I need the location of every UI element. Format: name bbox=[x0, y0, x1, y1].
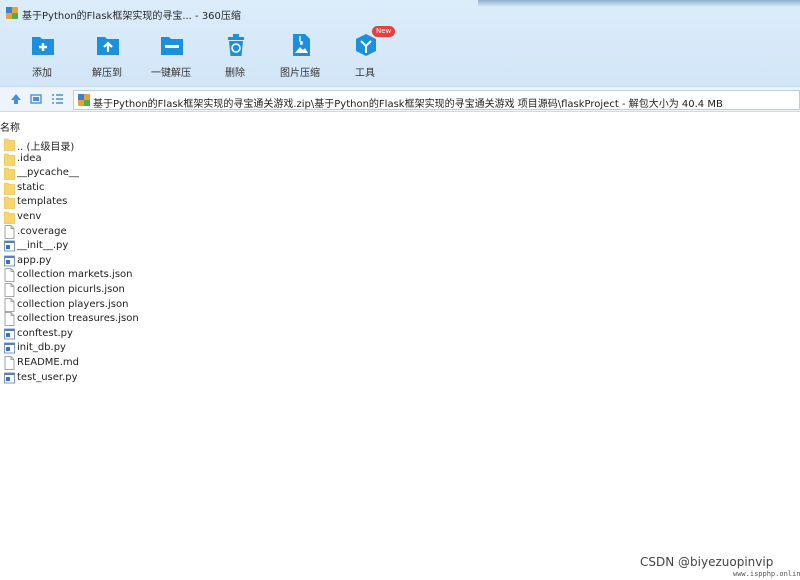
list-item-name: conftest.py bbox=[17, 327, 73, 339]
add-label: 添加 bbox=[32, 68, 52, 79]
watermark: CSDN @biyezuopinvip bbox=[640, 555, 774, 569]
folder-icon bbox=[3, 166, 16, 180]
file-icon bbox=[4, 312, 15, 327]
python-file-icon bbox=[4, 371, 15, 385]
thumbnail-view-icon[interactable] bbox=[29, 92, 43, 106]
list-item[interactable]: .coverage bbox=[0, 224, 300, 239]
list-item[interactable]: init_db.py bbox=[0, 341, 300, 355]
list-item[interactable]: static bbox=[0, 181, 300, 195]
folder-icon bbox=[3, 210, 16, 224]
list-item[interactable]: collection markets.json bbox=[0, 268, 300, 283]
extract-to-label: 解压到 bbox=[92, 68, 122, 79]
one-click-extract-label: 一键解压 bbox=[151, 68, 191, 79]
site-watermark: www.ispphp.online bbox=[733, 570, 800, 578]
extract-to-icon bbox=[97, 37, 119, 55]
list-item-name: init_db.py bbox=[17, 342, 66, 354]
title-bar: 基于Python的Flask框架实现的寻宝... - 360压缩 bbox=[0, 0, 800, 26]
list-item-name: static bbox=[17, 181, 45, 193]
tools-label: 工具 bbox=[355, 68, 375, 79]
archive-icon bbox=[78, 94, 90, 106]
delete-button[interactable]: 删除 bbox=[205, 28, 265, 82]
folder-icon bbox=[3, 137, 16, 151]
add-button[interactable]: 添加 bbox=[12, 28, 72, 82]
list-item-name: .idea bbox=[17, 152, 42, 164]
app-window: 基于Python的Flask框架实现的寻宝... - 360压缩 添加 解压到 bbox=[0, 0, 800, 580]
python-file-icon bbox=[4, 239, 15, 253]
list-item-name: README.md bbox=[17, 357, 80, 368]
list-item[interactable]: __pycache__ bbox=[0, 166, 300, 180]
address-path: 基于Python的Flask框架实现的寻宝通关游戏.zip\基于Python的F… bbox=[93, 99, 723, 110]
list-item[interactable]: README.md bbox=[0, 356, 300, 370]
list-item[interactable]: conftest.py bbox=[0, 327, 300, 341]
list-item-name: venv bbox=[17, 211, 42, 222]
toolbar: 添加 解压到 一键解压 删除 图片压缩 New 工具 bbox=[0, 26, 800, 82]
list-item-name: collection picurls.json bbox=[17, 284, 125, 295]
list-item[interactable]: collection treasures.json bbox=[0, 312, 300, 327]
list-item[interactable]: templates bbox=[0, 195, 300, 210]
top-panel: 基于Python的Flask框架实现的寻宝... - 360压缩 添加 解压到 bbox=[0, 0, 800, 86]
column-header-name[interactable]: 名称 bbox=[0, 119, 20, 134]
file-icon bbox=[4, 268, 15, 283]
list-item[interactable]: __init__.py bbox=[0, 239, 300, 253]
list-item-name: app.py bbox=[17, 254, 52, 266]
folder-icon bbox=[3, 181, 16, 195]
list-item-name: __init__.py bbox=[17, 240, 69, 252]
list-item[interactable]: venv bbox=[0, 210, 300, 224]
list-item-name: collection players.json bbox=[17, 298, 129, 310]
python-file-icon bbox=[4, 341, 15, 355]
delete-label: 删除 bbox=[225, 68, 245, 79]
list-item[interactable]: .. (上级目录) bbox=[0, 137, 300, 153]
folder-icon bbox=[3, 195, 16, 210]
add-folder-icon bbox=[32, 37, 54, 55]
list-item-name: __pycache__ bbox=[17, 167, 79, 179]
list-item-name: test_user.py bbox=[17, 371, 78, 383]
tools-button[interactable]: New 工具 bbox=[335, 26, 396, 82]
extract-to-button[interactable]: 解压到 bbox=[77, 28, 137, 82]
image-compress-button[interactable]: 图片压缩 bbox=[270, 28, 330, 82]
file-icon bbox=[4, 283, 15, 297]
list-item[interactable]: test_user.py bbox=[0, 371, 300, 385]
overlay-shadow bbox=[478, 0, 800, 7]
new-badge: New bbox=[372, 26, 396, 37]
file-icon bbox=[4, 297, 15, 312]
list-item-name: .coverage bbox=[17, 225, 67, 237]
list-item-name: collection markets.json bbox=[17, 269, 133, 281]
image-compress-label: 图片压缩 bbox=[280, 68, 320, 79]
window-title: 基于Python的Flask框架实现的寻宝... - 360压缩 bbox=[22, 11, 241, 22]
address-row: 基于Python的Flask框架实现的寻宝通关游戏.zip\基于Python的F… bbox=[0, 86, 800, 112]
file-icon bbox=[4, 224, 15, 239]
list-item[interactable]: collection players.json bbox=[0, 297, 300, 312]
list-item[interactable]: collection picurls.json bbox=[0, 283, 300, 297]
one-click-extract-icon bbox=[161, 37, 183, 55]
list-item[interactable]: app.py bbox=[0, 254, 300, 268]
app-logo-icon bbox=[6, 7, 18, 19]
image-compress-icon bbox=[293, 34, 310, 56]
list-item[interactable]: .idea bbox=[0, 152, 300, 166]
list-item-name: templates bbox=[17, 196, 68, 208]
recycle-bin-icon bbox=[228, 34, 244, 56]
python-file-icon bbox=[4, 327, 15, 341]
folder-icon bbox=[3, 152, 16, 166]
list-item-name: collection treasures.json bbox=[17, 313, 139, 325]
one-click-extract-button[interactable]: 一键解压 bbox=[141, 28, 201, 82]
up-arrow-icon[interactable] bbox=[9, 92, 23, 106]
address-bar[interactable]: 基于Python的Flask框架实现的寻宝通关游戏.zip\基于Python的F… bbox=[73, 90, 800, 110]
python-file-icon bbox=[4, 254, 15, 268]
list-view-icon[interactable] bbox=[50, 92, 64, 106]
file-icon bbox=[4, 356, 15, 370]
